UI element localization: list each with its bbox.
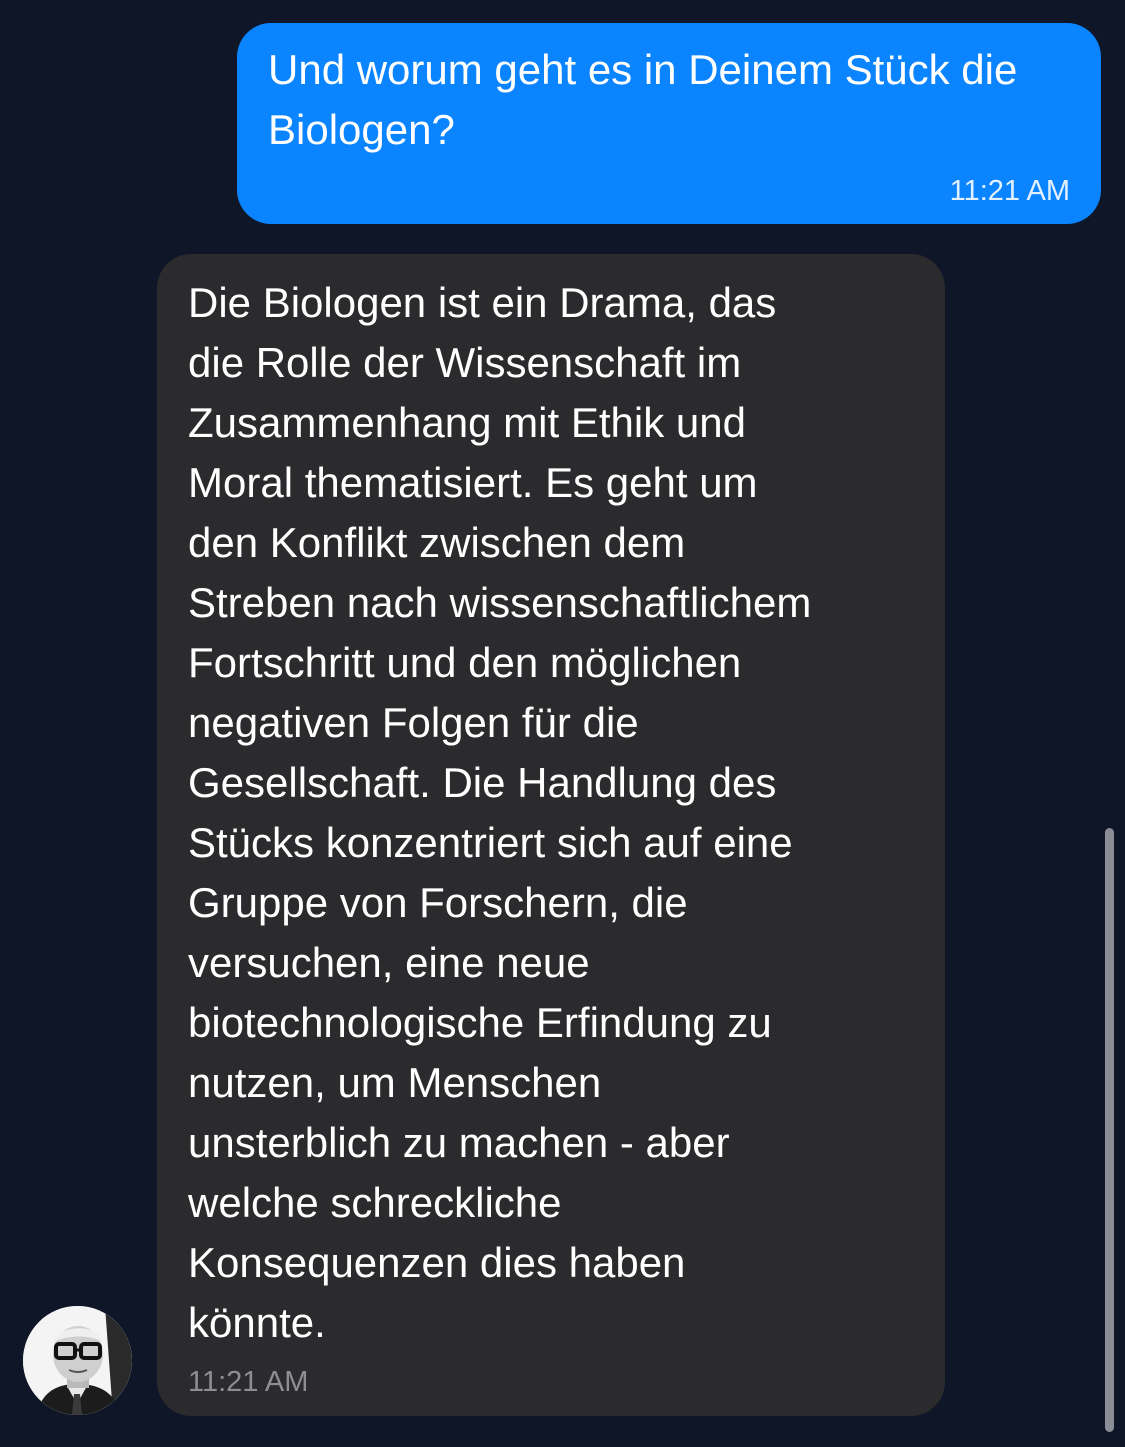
chat-conversation[interactable]: Und worum geht es in Deinem Stück die Bi… <box>0 0 1125 1447</box>
outgoing-message-bubble[interactable]: Und worum geht es in Deinem Stück die Bi… <box>237 23 1101 224</box>
outgoing-message-text: Und worum geht es in Deinem Stück die Bi… <box>268 46 1018 153</box>
incoming-message-time: 11:21 AM <box>188 1366 309 1398</box>
avatar-portrait <box>23 1306 132 1415</box>
outgoing-message-time: 11:21 AM <box>949 175 1070 207</box>
incoming-message-bubble[interactable]: Die Biologen ist ein Drama, das die Roll… <box>157 254 945 1416</box>
person-avatar-icon[interactable] <box>23 1306 132 1415</box>
scroll-indicator[interactable] <box>1105 828 1114 1432</box>
incoming-message-text: Die Biologen ist ein Drama, das die Roll… <box>188 279 812 1346</box>
